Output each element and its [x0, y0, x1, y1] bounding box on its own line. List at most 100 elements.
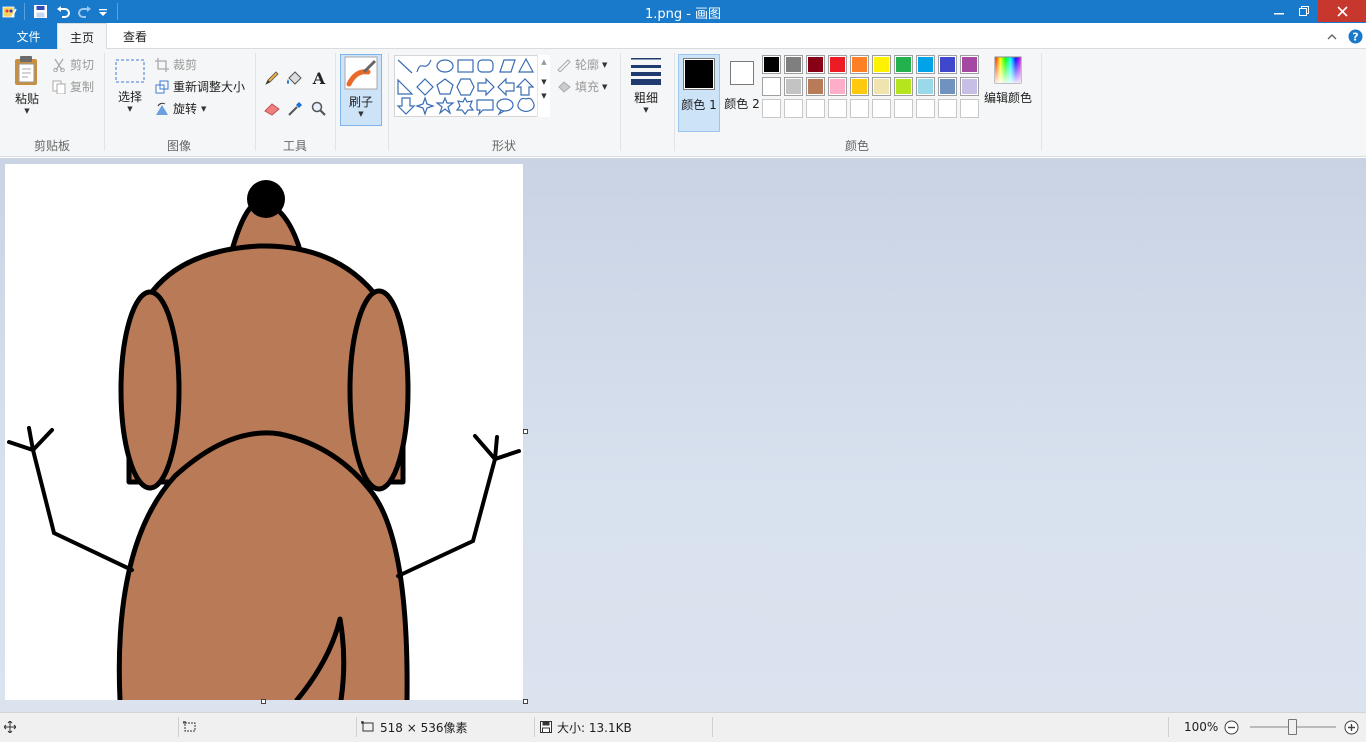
color-swatch[interactable]	[850, 99, 869, 118]
disk-icon	[540, 721, 552, 733]
fill-bucket-icon[interactable]	[285, 68, 304, 87]
color-swatch[interactable]	[872, 99, 891, 118]
filesize-text: 大小: 13.1KB	[557, 720, 632, 735]
color-swatch[interactable]	[872, 55, 891, 74]
color-swatch[interactable]	[938, 99, 957, 118]
cut-label: 剪切	[70, 58, 95, 72]
brushes-dropdown-icon[interactable]: ▼	[358, 110, 363, 118]
outline-button[interactable]: 轮廓 ▼	[556, 56, 607, 73]
color-swatch[interactable]	[762, 55, 781, 74]
color-swatch[interactable]	[960, 55, 979, 74]
scissors-icon	[53, 58, 65, 72]
resize-handle-right[interactable]	[523, 429, 528, 434]
color-swatch[interactable]	[916, 55, 935, 74]
zoom-slider[interactable]	[1250, 719, 1336, 735]
color-swatch[interactable]	[872, 77, 891, 96]
color1-button[interactable]: 颜色 1	[678, 54, 720, 132]
shapes-gallery-scroll[interactable]: ▲ ▼ ▼	[537, 55, 550, 117]
gallery-up-icon[interactable]: ▲	[538, 58, 550, 66]
gallery-down-icon[interactable]: ▼	[538, 78, 550, 86]
color-swatch[interactable]	[850, 55, 869, 74]
resize-handle-corner[interactable]	[523, 699, 528, 704]
color2-label: 颜色 2	[724, 97, 760, 111]
tab-view[interactable]: 查看	[107, 23, 163, 49]
color-swatch[interactable]	[762, 99, 781, 118]
color-swatch[interactable]	[806, 55, 825, 74]
cursor-position-icon	[4, 719, 16, 735]
eraser-icon[interactable]	[262, 99, 281, 118]
color-swatch[interactable]	[960, 77, 979, 96]
paste-dropdown-icon[interactable]: ▼	[24, 107, 29, 115]
line-size-icon	[631, 58, 661, 85]
color-swatch[interactable]	[850, 77, 869, 96]
outline-label: 轮廓	[575, 58, 600, 72]
color-swatch[interactable]	[828, 55, 847, 74]
gallery-more-icon[interactable]: ▼	[538, 92, 550, 100]
color-swatch[interactable]	[784, 77, 803, 96]
zoom-slider-thumb[interactable]	[1288, 719, 1297, 735]
rotate-button[interactable]: 旋转 ▼	[155, 100, 206, 117]
size-button[interactable]: 粗细 ▼	[627, 55, 665, 125]
resize-label: 重新调整大小	[173, 80, 246, 94]
color-swatch[interactable]	[938, 55, 957, 74]
brushes-button[interactable]: 刷子 ▼	[340, 54, 382, 126]
status-bar: 518 × 536像素 大小: 13.1KB 100%	[0, 712, 1366, 742]
color-swatch[interactable]	[828, 77, 847, 96]
color-swatch[interactable]	[806, 77, 825, 96]
help-icon[interactable]: ?	[1346, 23, 1364, 49]
color-swatch[interactable]	[806, 99, 825, 118]
cut-button[interactable]: 剪切	[52, 56, 94, 73]
color-swatch[interactable]	[916, 77, 935, 96]
image-size-icon	[361, 721, 374, 732]
select-dropdown-icon[interactable]: ▼	[127, 105, 132, 113]
color-swatch[interactable]	[916, 99, 935, 118]
image-dimensions: 518 × 536像素	[361, 719, 468, 735]
outline-icon	[557, 58, 571, 72]
pencil-icon[interactable]	[262, 68, 281, 87]
minimize-ribbon-icon[interactable]	[1324, 23, 1340, 49]
color2-button[interactable]: 颜色 2	[722, 54, 762, 132]
magnifier-icon[interactable]	[309, 99, 328, 118]
color-wheel-icon	[994, 56, 1022, 84]
resize-icon	[155, 80, 169, 93]
select-button[interactable]: 选择 ▼	[112, 57, 148, 127]
size-dropdown-icon[interactable]: ▼	[643, 106, 648, 114]
edit-colors-button[interactable]: 编辑颜色	[984, 55, 1032, 125]
edit-colors-label: 编辑颜色	[984, 91, 1033, 105]
drawing-canvas[interactable]	[5, 164, 523, 703]
fill-button[interactable]: 填充 ▼	[556, 78, 607, 95]
color-swatch[interactable]	[784, 99, 803, 118]
resize-button[interactable]: 重新调整大小	[155, 78, 245, 95]
paste-icon	[15, 56, 37, 85]
crop-button[interactable]: 裁剪	[155, 56, 197, 73]
group-label-image: 图像	[166, 139, 191, 153]
copy-button[interactable]: 复制	[52, 78, 94, 95]
color-swatch[interactable]	[762, 77, 781, 96]
zoom-out-icon[interactable]	[1224, 719, 1239, 735]
restore-icon[interactable]	[1290, 0, 1318, 22]
svg-text:?: ?	[1352, 30, 1358, 43]
group-label-brushes: 刷子	[348, 139, 373, 153]
file-size: 大小: 13.1KB	[540, 719, 632, 735]
color-swatch[interactable]	[960, 99, 979, 118]
tab-home[interactable]: 主页	[57, 23, 107, 50]
color-swatch[interactable]	[894, 99, 913, 118]
color-picker-icon[interactable]	[285, 99, 304, 118]
close-icon[interactable]	[1318, 0, 1366, 22]
zoom-in-icon[interactable]	[1344, 719, 1359, 735]
minimize-icon[interactable]	[1265, 0, 1293, 22]
color-swatch[interactable]	[828, 99, 847, 118]
tab-file[interactable]: 文件	[0, 23, 57, 49]
color-swatch[interactable]	[894, 77, 913, 96]
brush-icon	[344, 56, 378, 90]
color-swatch[interactable]	[894, 55, 913, 74]
paste-button[interactable]: 粘贴 ▼	[8, 55, 46, 125]
text-tool-icon[interactable]: A	[309, 68, 328, 87]
resize-handle-bottom[interactable]	[261, 699, 266, 704]
brushes-label: 刷子	[348, 95, 373, 109]
rotate-dropdown-icon[interactable]: ▼	[201, 105, 206, 113]
title-bar: 1.png - 画图	[0, 0, 1366, 23]
shapes-gallery-icons[interactable]	[395, 56, 551, 118]
color-swatch[interactable]	[784, 55, 803, 74]
color-swatch[interactable]	[938, 77, 957, 96]
